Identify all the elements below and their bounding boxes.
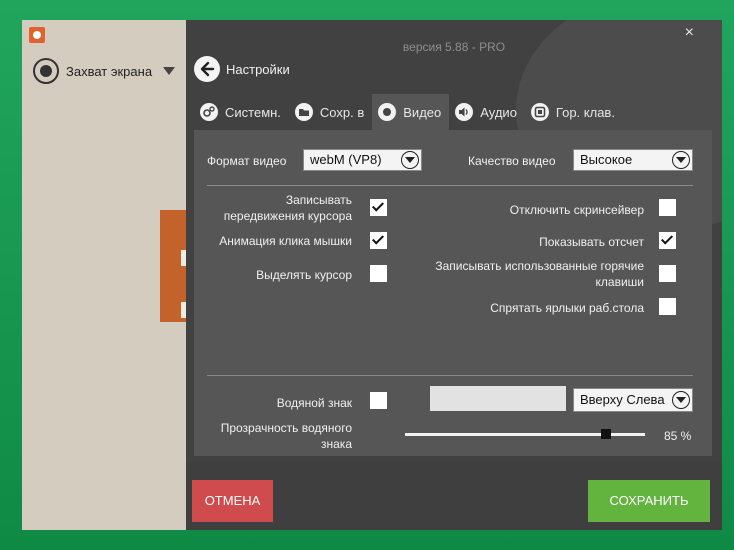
opacity-slider-handle[interactable] [601, 429, 611, 439]
tab-label: Гор. клав. [555, 104, 615, 120]
chevron-down-icon [672, 391, 690, 409]
format-value: webM (VP8) [310, 152, 382, 167]
app-window: Захват экрана × версия 5.88 - PRO Настро… [22, 20, 722, 530]
tab-label: Видео [403, 104, 442, 120]
opacity-value: 85 % [664, 429, 692, 443]
page-title: Настройки [226, 61, 290, 77]
tab-system[interactable]: Системн. [194, 94, 289, 130]
click-animation-label: Анимация клика мышки [219, 234, 352, 248]
highlight-cursor-label: Выделять курсор [256, 268, 352, 282]
tab-label: Системн. [225, 104, 281, 120]
tab-hotkeys[interactable]: Гор. клав. [525, 94, 623, 130]
hotkey-icon [530, 103, 549, 121]
dialog-footer: ОТМЕНА СОХРАНИТЬ [186, 462, 722, 530]
record-icon [33, 58, 59, 84]
version-label: версия 5.88 - PRO [402, 40, 506, 54]
record-hotkeys-checkbox[interactable] [659, 265, 676, 282]
watermark-checkbox[interactable] [370, 392, 387, 409]
tab-video[interactable]: Видео [372, 94, 450, 130]
divider [207, 185, 693, 186]
format-label: Формат видео [207, 154, 287, 168]
hide-desktop-icons-checkbox[interactable] [659, 298, 676, 315]
highlight-cursor-checkbox[interactable] [370, 265, 387, 282]
click-animation-checkbox[interactable] [370, 232, 387, 249]
tab-audio[interactable]: Аудио [449, 94, 525, 130]
gear-icon [200, 103, 218, 121]
watermark-label: Водяной знак [276, 396, 352, 410]
tab-save-to[interactable]: Сохр. в [289, 94, 372, 130]
format-select[interactable]: webM (VP8) [303, 149, 422, 171]
chevron-down-icon [401, 151, 419, 169]
quality-select[interactable]: Высокое [573, 149, 693, 171]
hide-desktop-icons-label: Спрятать ярлыки раб.стола [490, 301, 644, 315]
capture-mode-dropdown[interactable]: Захват экрана [33, 56, 176, 86]
save-button[interactable]: СОХРАНИТЬ [588, 480, 710, 522]
record-hotkeys-label: Записывать использованные горячие клавиш… [435, 259, 644, 289]
watermark-position-value: Вверху Слева [580, 392, 665, 407]
record-cursor-checkbox[interactable] [370, 199, 387, 216]
show-countdown-label: Показывать отсчет [539, 235, 644, 249]
tab-label: Аудио [480, 104, 517, 120]
quality-value: Высокое [580, 152, 633, 167]
back-arrow-icon [194, 56, 220, 82]
divider [207, 375, 693, 376]
disable-screensaver-checkbox[interactable] [659, 199, 676, 216]
capture-frame-edge [160, 210, 186, 322]
record-icon [378, 103, 397, 121]
disable-screensaver-label: Отключить скринсейвер [509, 203, 644, 217]
show-countdown-checkbox[interactable] [659, 232, 676, 249]
tab-label: Сохр. в [319, 104, 365, 120]
capture-mode-label: Захват экрана [66, 63, 153, 79]
video-settings-panel: Формат видео webM (VP8) Качество видео В… [194, 130, 712, 456]
folder-icon [294, 103, 313, 121]
app-logo [29, 27, 45, 43]
cancel-button[interactable]: ОТМЕНА [192, 480, 273, 522]
chevron-down-icon [672, 151, 690, 169]
chevron-down-icon [163, 67, 176, 75]
back-button[interactable]: Настройки [194, 56, 290, 82]
record-cursor-label: Записывать передвижения курсора [223, 193, 352, 223]
left-pane: Захват экрана [22, 20, 186, 530]
watermark-input[interactable] [430, 386, 566, 411]
settings-dialog: × версия 5.88 - PRO Настройки Системн. С… [186, 20, 722, 530]
opacity-label: Прозрачность водяного знака [220, 421, 352, 451]
watermark-position-select[interactable]: Вверху Слева [573, 388, 693, 412]
settings-tabs: Системн. Сохр. в Видео Аудио Гор. клав. [194, 94, 623, 130]
speaker-icon [455, 103, 474, 121]
quality-label: Качество видео [468, 154, 556, 168]
